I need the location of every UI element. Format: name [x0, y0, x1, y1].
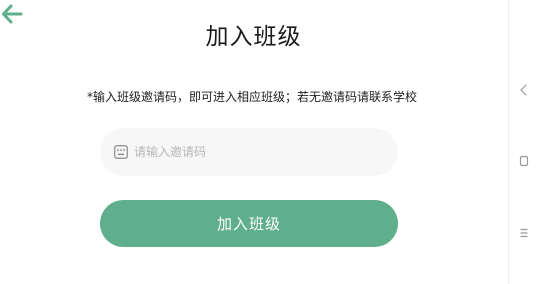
page-title: 加入班级: [205, 24, 302, 50]
invite-hint-text: *输入班级邀请码，即可进入相应班级；若无邀请码请联系学校: [86, 90, 417, 104]
invite-code-field[interactable]: [100, 128, 398, 176]
nav-back-icon: [520, 84, 527, 96]
join-class-button[interactable]: 加入班级: [100, 200, 398, 247]
keyboard-icon: [114, 145, 128, 159]
invite-code-input[interactable]: [134, 128, 384, 176]
nav-back-button[interactable]: [516, 82, 532, 98]
nav-menu-button[interactable]: [516, 225, 532, 241]
nav-home-icon: [519, 155, 529, 167]
nav-menu-icon: [520, 228, 528, 238]
system-navigation-bar: [508, 0, 537, 284]
nav-home-button[interactable]: [516, 153, 532, 169]
